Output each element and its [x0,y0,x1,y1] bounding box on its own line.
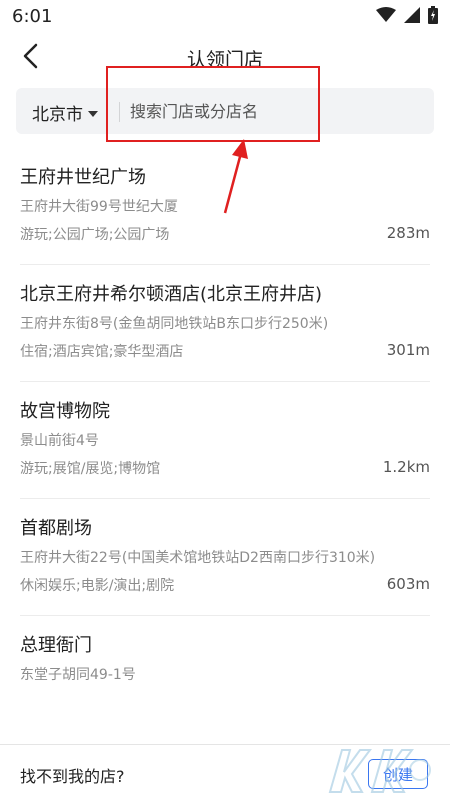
store-list: 王府井世纪广场 王府井大街99号世纪大厦 游玩;公园广场;公园广场 283m 北… [0,148,450,686]
search-divider [119,102,120,122]
store-name: 总理衙门 [20,635,92,656]
battery-icon [428,6,438,24]
store-address: 王府井东街8号(金鱼胡同地铁站B东口步行250米) [20,316,329,332]
store-item[interactable]: 总理衙门 东堂子胡同49-1号 [0,616,450,686]
store-distance: 301m [386,341,430,359]
store-meta: 休闲娱乐;电影/演出;剧院 603m [20,575,430,597]
store-address: 景山前街4号 [20,433,99,449]
store-name: 首都剧场 [20,518,92,539]
store-distance: 1.2km [382,458,430,476]
search-input[interactable] [130,96,310,126]
store-category: 游玩;公园广场;公园广场 [20,227,170,243]
store-meta: 游玩;展馆/展览;博物馆 1.2km [20,458,430,480]
store-name: 王府井世纪广场 [20,167,146,188]
search-bar: 北京市 [16,88,434,134]
store-category: 住宿;酒店宾馆;豪华型酒店 [20,344,184,360]
store-name: 故宫博物院 [20,401,110,422]
footer-bar: 找不到我的店? 创建 [0,744,450,800]
store-address: 东堂子胡同49-1号 [20,667,136,683]
store-meta: 游玩;公园广场;公园广场 283m [20,224,430,246]
status-time: 6:01 [12,6,53,27]
signal-icon [404,7,420,23]
status-icons [376,6,438,24]
store-category: 休闲娱乐;电影/演出;剧院 [20,578,175,594]
store-category: 游玩;展馆/展览;博物馆 [20,461,161,477]
store-distance: 283m [386,224,430,242]
create-button[interactable]: 创建 [368,759,428,789]
city-name: 北京市 [32,105,83,125]
header: 认领门店 [0,36,450,80]
store-distance: 603m [386,575,430,593]
store-item[interactable]: 故宫博物院 景山前街4号 游玩;展馆/展览;博物馆 1.2km [0,382,450,499]
cant-find-store-text: 找不到我的店? [20,767,125,786]
page-title: 认领门店 [186,49,263,71]
store-item[interactable]: 北京王府井希尔顿酒店(北京王府井店) 王府井东街8号(金鱼胡同地铁站B东口步行2… [0,265,450,382]
city-dropdown[interactable]: 北京市 [32,100,99,125]
caret-down-icon [87,103,99,122]
wifi-icon [376,7,396,23]
status-bar: 6:01 [0,0,450,34]
store-item[interactable]: 王府井世纪广场 王府井大街99号世纪大厦 游玩;公园广场;公园广场 283m [0,148,450,265]
store-address: 王府井大街22号(中国美术馆地铁站D2西南口步行310米) [20,550,376,566]
store-name: 北京王府井希尔顿酒店(北京王府井店) [20,284,323,305]
store-item[interactable]: 首都剧场 王府井大街22号(中国美术馆地铁站D2西南口步行310米) 休闲娱乐;… [0,499,450,616]
store-address: 王府井大街99号世纪大厦 [20,199,178,215]
store-meta: 住宿;酒店宾馆;豪华型酒店 301m [20,341,430,363]
